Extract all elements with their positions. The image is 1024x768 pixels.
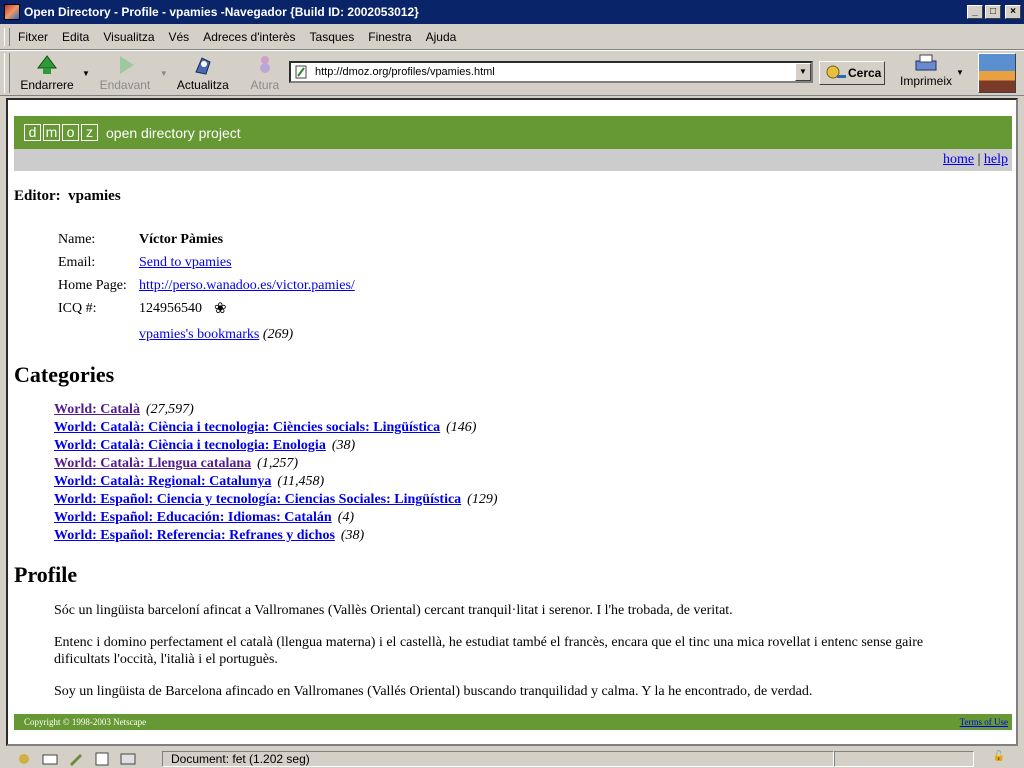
forward-dropdown-icon[interactable]: ▼ — [160, 69, 168, 78]
forward-arrow-icon — [119, 56, 134, 74]
menu-bookmarks[interactable]: Adreces d'interès — [203, 30, 295, 44]
mail-icon[interactable] — [42, 752, 58, 766]
menu-ajuda[interactable]: Ajuda — [426, 30, 457, 44]
chat-icon[interactable] — [120, 752, 136, 766]
email-link[interactable]: Send to vpamies — [139, 255, 232, 271]
profile-paragraph: Entenc i domino perfectament el català (… — [54, 635, 924, 667]
category-link[interactable]: World: Español: Referencia: Refranes y d… — [54, 528, 335, 543]
categories-heading: Categories — [14, 362, 115, 387]
reload-icon — [195, 57, 211, 75]
menu-edita[interactable]: Edita — [62, 30, 89, 44]
homepage-link[interactable]: http://perso.wanadoo.es/victor.pamies/ — [139, 278, 355, 294]
terms-link[interactable]: Terms of Use — [960, 717, 1008, 727]
category-link[interactable]: World: Español: Educación: Idiomas: Cata… — [54, 510, 332, 525]
search-icon — [826, 65, 846, 79]
profile-heading: Profile — [14, 562, 78, 587]
status-text: Document: fet (1.202 seg) — [162, 751, 834, 767]
menu-finestra[interactable]: Finestra — [368, 30, 411, 44]
editor-heading: Editor: vpamies — [14, 188, 121, 204]
window-title: Open Directory - Profile - vpamies -Nave… — [24, 5, 419, 19]
stop-button[interactable]: Atura — [234, 54, 296, 92]
maximize-button[interactable]: □ — [985, 5, 1001, 19]
reload-button[interactable]: Actualitza — [172, 54, 234, 92]
home-link[interactable]: home — [943, 152, 974, 167]
window-titlebar[interactable]: Open Directory - Profile - vpamies -Nave… — [0, 0, 1024, 24]
icq-flower-icon: ❀ — [214, 301, 227, 317]
copyright-text: Copyright © 1998-2003 Netscape — [24, 717, 147, 727]
stop-icon — [259, 56, 270, 73]
menu-tasques[interactable]: Tasques — [310, 30, 355, 44]
list-item: World: Español: Referencia: Refranes y d… — [54, 528, 365, 543]
email-label: Email: — [58, 254, 96, 270]
menu-bar: Fitxer Edita Visualitza Vés Adreces d'in… — [0, 24, 1024, 50]
list-item: World: Español: Ciencia y tecnología: Ci… — [54, 492, 498, 507]
url-dropdown-icon[interactable]: ▼ — [795, 63, 811, 81]
help-link[interactable]: help — [984, 152, 1008, 167]
profile-paragraph: Soy un lingüista de Barcelona afincado e… — [54, 684, 813, 699]
category-link[interactable]: World: Català: Regional: Catalunya — [54, 474, 271, 489]
icq-value: 124956540 — [139, 300, 202, 316]
list-item: World: Català: Llengua catalana (1,257) — [54, 456, 298, 471]
url-bar[interactable]: http://dmoz.org/profiles/vpamies.html ▼ — [289, 61, 813, 83]
netscape-throbber-logo[interactable] — [978, 53, 1016, 93]
status-progress — [834, 751, 974, 767]
list-item: World: Català: Ciència i tecnologia: Eno… — [54, 438, 356, 453]
print-dropdown-icon[interactable]: ▼ — [956, 68, 964, 77]
back-button[interactable]: Endarrere — [16, 54, 78, 92]
composer-icon[interactable] — [68, 752, 84, 766]
print-button[interactable]: Imprimeix — [898, 54, 954, 88]
category-link[interactable]: World: Català: Llengua catalana — [54, 456, 251, 471]
minimize-button[interactable]: _ — [967, 5, 983, 19]
back-arrow-icon — [37, 55, 57, 74]
url-input[interactable]: http://dmoz.org/profiles/vpamies.html — [315, 66, 795, 78]
name-value: Víctor Pàmies — [139, 231, 224, 247]
dmoz-tagline: open directory project — [106, 124, 241, 141]
netscape-icon — [4, 4, 20, 20]
printer-icon — [915, 54, 937, 71]
page-proxy-icon[interactable] — [295, 65, 309, 79]
dmoz-header: d m o z open directory project — [14, 116, 1012, 149]
footer-bar: Copyright © 1998-2003 Netscape Terms of … — [14, 714, 1012, 730]
category-list: World: Català (27,597) World: Català: Ciè… — [54, 401, 498, 545]
category-link[interactable]: World: Español: Ciencia y tecnología: Ci… — [54, 492, 461, 507]
editor-name: vpamies — [68, 188, 121, 204]
component-bar — [0, 752, 162, 766]
profile-fields: Name: Víctor Pàmies Email: Send to vpamies… — [58, 228, 355, 346]
icq-label: ICQ #: — [58, 300, 97, 316]
list-item: World: Català: Regional: Catalunya (11,45… — [54, 474, 325, 489]
bookmarks-link[interactable]: vpamies's bookmarks — [139, 327, 259, 343]
top-links-bar: home | help — [14, 149, 1012, 171]
search-button[interactable]: Cerca — [819, 61, 885, 85]
menu-visualitza[interactable]: Visualitza — [103, 30, 154, 44]
category-link[interactable]: World: Català: Ciència i tecnologia: Eno… — [54, 438, 326, 453]
homepage-label: Home Page: — [58, 277, 127, 293]
menu-fitxer[interactable]: Fitxer — [18, 30, 48, 44]
status-bar: Document: fet (1.202 seg) 🔓 — [0, 750, 1024, 768]
category-link[interactable]: World: Català: Ciència i tecnologia: Ciè… — [54, 420, 440, 435]
name-label: Name: — [58, 231, 96, 247]
dmoz-logo[interactable]: d m o z — [24, 124, 98, 141]
bookmarks-count: (269) — [262, 326, 294, 342]
list-item: World: Català (27,597) — [54, 402, 194, 417]
list-item: World: Català: Ciència i tecnologia: Ciè… — [54, 420, 477, 435]
category-link[interactable]: World: Català — [54, 402, 140, 417]
back-dropdown-icon[interactable]: ▼ — [82, 69, 90, 78]
page-content: d m o z open directory project home | he… — [6, 98, 1018, 746]
address-book-icon[interactable] — [94, 752, 110, 766]
security-lock-icon[interactable]: 🔓 — [974, 751, 1024, 767]
close-button[interactable]: × — [1005, 5, 1021, 19]
forward-button[interactable]: Endavant — [94, 54, 156, 92]
navigator-icon[interactable] — [16, 752, 32, 766]
list-item: World: Español: Educación: Idiomas: Cata… — [54, 510, 355, 525]
profile-paragraph: Sóc un lingüista barceloní afincat a Val… — [54, 603, 733, 618]
toolbar-grip[interactable] — [4, 53, 10, 93]
menu-ves[interactable]: Vés — [169, 30, 190, 44]
toolbar-grip[interactable] — [4, 28, 10, 46]
